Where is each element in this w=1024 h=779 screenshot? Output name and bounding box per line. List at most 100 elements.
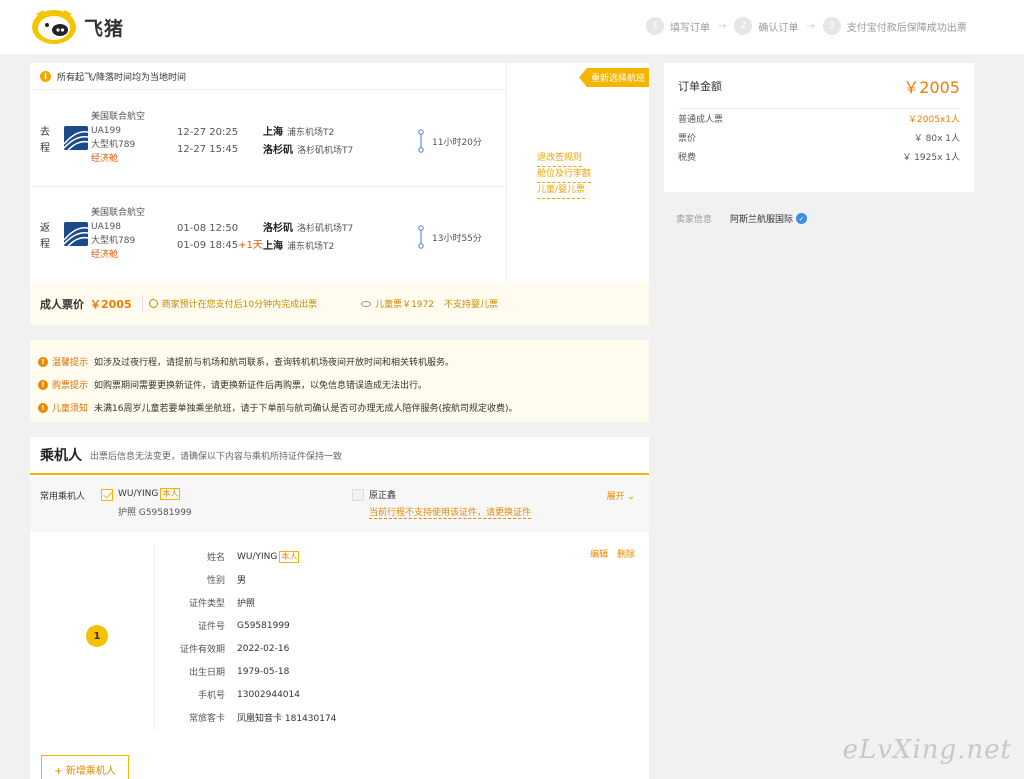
- passenger-title: 乘机人: [40, 448, 82, 464]
- step-label: 支付宝付款后保障成功出票: [846, 22, 967, 34]
- flight-duration: 13小时55分: [418, 225, 482, 249]
- passenger-checkbox-wuying[interactable]: [101, 489, 113, 501]
- field-doc-type: 证件类型 护照: [188, 599, 256, 609]
- field-phone: 手机号 13002944014: [197, 689, 300, 702]
- duration-text: 11小时20分: [432, 137, 482, 148]
- flight-cities: 上海 浦东机场T2 洛杉矶 洛杉矶机场T7: [263, 124, 353, 160]
- aircraft-type: 大型机789: [91, 140, 136, 150]
- airline-info: 美国联合航空 UA198 大型机789 经济舱: [91, 206, 145, 262]
- order-row-adult: 普通成人票 ￥2005x1人: [678, 115, 960, 125]
- order-total-amount: ￥2005: [903, 77, 960, 97]
- field-doc-number: 证件号 G59581999: [197, 620, 290, 633]
- order-row-tax: 税费 ￥ 1925x 1人: [678, 153, 960, 163]
- self-tag: 本人: [279, 550, 300, 563]
- arrow-right-icon: →: [806, 20, 815, 32]
- ticketing-time-tip: 商家预计在您支付后10分钟内完成出票: [148, 297, 317, 310]
- baggage-allowance-link[interactable]: 舱位及行李额: [537, 167, 592, 183]
- seller-name[interactable]: 阿斯兰航服国际: [730, 212, 793, 225]
- reselect-flight-button[interactable]: 重新选择航班: [578, 68, 649, 87]
- seller-label: 卖家信息: [676, 215, 713, 225]
- arrow-right-icon: →: [718, 20, 727, 32]
- frequent-passengers-label: 常用乘机人: [40, 492, 86, 502]
- seller-info: 卖家信息 阿斯兰航服国际 ✓: [676, 212, 808, 225]
- next-day-indicator: +1天: [238, 240, 263, 251]
- outbound-segment: 去程 美国联合航空 UA199 大型机789 经济舱 12-27 20:25 1…: [30, 91, 506, 187]
- airline-name: 美国联合航空: [91, 208, 146, 218]
- passenger-header: 乘机人 出票后信息无法变更，请确保以下内容与乘机所持证件保持一致: [30, 437, 649, 475]
- divider: [154, 545, 155, 731]
- order-total-label: 订单金额: [678, 79, 722, 93]
- step-number: 3: [822, 17, 841, 35]
- self-tag: 本人: [160, 488, 181, 500]
- departure-city: 上海 浦东机场T2: [263, 127, 335, 138]
- flight-number: UA198: [91, 222, 121, 232]
- step-number: 1: [646, 17, 664, 35]
- notice-text: 所有起飞/降落时间均为当地时间: [57, 72, 187, 83]
- flight-times: 12-27 20:25 12-27 15:45: [177, 124, 238, 158]
- warning-icon: !: [38, 402, 48, 413]
- step-pay: 3 支付宝付款后保障成功出票: [822, 17, 967, 35]
- arrival-city: 洛杉矶 洛杉矶机场T7: [263, 145, 354, 156]
- aircraft-type: 大型机789: [91, 236, 136, 246]
- edit-button[interactable]: 编辑: [590, 550, 608, 560]
- add-passenger-button[interactable]: + 新增乘机人: [41, 755, 129, 779]
- passenger-name[interactable]: WU/YING 本人: [118, 488, 181, 500]
- tip-text: 未满16周岁儿童若要单独乘坐航班，请于下单前与航司确认是否可办理无成人陪伴服务(…: [94, 404, 518, 414]
- arrival-city: 上海 浦东机场T2: [263, 241, 335, 252]
- tip-heading: 温馨提示: [52, 358, 89, 368]
- verified-badge-icon: ✓: [796, 213, 808, 224]
- airline-info: 美国联合航空 UA199 大型机789 经济舱: [91, 110, 145, 166]
- flight-cities: 洛杉矶 洛杉矶机场T7 上海 浦东机场T2: [263, 220, 353, 256]
- united-airlines-logo-icon: [64, 126, 88, 150]
- step-label: 确认订单: [758, 22, 799, 34]
- step-number: 2: [734, 17, 753, 35]
- price-label: 成人票价: [40, 297, 84, 311]
- info-icon: i: [40, 70, 51, 82]
- brand-name[interactable]: 飞猪: [84, 14, 124, 41]
- refund-change-rules-link[interactable]: 退改签规则: [537, 151, 583, 167]
- field-birth-date: 出生日期 1979-05-18: [188, 666, 290, 679]
- flight-duration: 11小时20分: [418, 129, 482, 153]
- arrival-time: 12-27 15:45: [177, 144, 239, 155]
- arrival-time: 01-09 18:45+1天: [177, 240, 263, 251]
- passenger-checkbox-yuanzhengxin[interactable]: [352, 489, 364, 501]
- cabin-class: 经济舱: [91, 250, 119, 260]
- tip-row: ! 温馨提示 如涉及过夜行程，请提前与机场和航司联系，查询转机机场夜间开放时间和…: [38, 350, 641, 373]
- united-airlines-logo-icon: [64, 222, 88, 246]
- tip-row: ! 儿童须知 未满16周岁儿童若要单独乘坐航班，请于下单前与航司确认是否可办理无…: [38, 396, 641, 419]
- order-summary-panel: 订单金额 ￥2005 普通成人票 ￥2005x1人 票价 ￥ 80x 1人 税费 ￥ …: [664, 63, 974, 192]
- tip-row: ! 购票提示 如购票期间需要更换新证件，请更换新证件后再购票，以免信息错误造成无…: [38, 373, 641, 396]
- passenger-document: 护照 G59581999: [118, 508, 192, 518]
- rule-links: 退改签规则 舱位及行李额 儿童/婴儿票: [537, 151, 592, 199]
- route-line-icon: [418, 225, 424, 249]
- field-name: 姓名 WU/YING 本人: [206, 550, 300, 563]
- document-warning-link[interactable]: 当前行程不支持使用该证件，请更换证件: [369, 505, 532, 519]
- airline-name: 美国联合航空: [91, 112, 146, 122]
- adult-price: ￥2005: [90, 297, 132, 311]
- departure-city: 洛杉矶 洛杉矶机场T7: [263, 223, 354, 234]
- passenger-index-badge: 1: [86, 625, 108, 647]
- departure-time: 01-08 12:50: [177, 223, 239, 234]
- local-time-notice: i 所有起飞/降落时间均为当地时间: [30, 63, 506, 90]
- inbound-segment: 返程 美国联合航空 UA198 大型机789 经济舱 01-08 12:50 0…: [30, 187, 506, 283]
- duration-text: 13小时55分: [432, 233, 482, 244]
- delete-button[interactable]: 删除: [617, 550, 635, 560]
- segment-tag: 去程: [40, 127, 50, 154]
- passenger-detail-card: 1 编辑 删除 姓名 WU/YING 本人 性别男 证件类型 护照 证件号 G59581…: [30, 533, 649, 779]
- segment-tag: 返程: [40, 223, 50, 250]
- expand-button[interactable]: 展开 ⌄: [607, 489, 635, 502]
- field-doc-expiry: 证件有效期 2022-02-16: [179, 643, 290, 656]
- fliggy-logo-icon[interactable]: [30, 6, 78, 46]
- passenger-panel: 乘机人 出票后信息无法变更，请确保以下内容与乘机所持证件保持一致 常用乘机人 W…: [30, 437, 649, 779]
- flight-number: UA199: [91, 126, 121, 136]
- flight-panel: i 所有起飞/降落时间均为当地时间 去程 美国联合航空 UA199 大型机789…: [30, 63, 649, 325]
- cabin-class: 经济舱: [91, 154, 119, 164]
- child-infant-ticket-link[interactable]: 儿童/婴儿票: [537, 183, 586, 199]
- adult-price-bar: 成人票价 ￥2005 商家预计在您支付后10分钟内完成出票 儿童票￥1972 不支…: [30, 282, 649, 325]
- order-row-fare: 票价 ￥ 80x 1人: [678, 134, 960, 144]
- passenger-subtitle: 出票后信息无法变更，请确保以下内容与乘机所持证件保持一致: [90, 451, 343, 462]
- passenger-name[interactable]: 原正鑫: [369, 488, 396, 501]
- rebook-column: 重新选择航班 退改签规则 舱位及行李额 儿童/婴儿票: [506, 63, 649, 283]
- field-frequent-flyer: 常旅客卡 凤凰知音卡 181430174: [188, 714, 337, 724]
- tip-heading: 儿童须知: [52, 404, 89, 414]
